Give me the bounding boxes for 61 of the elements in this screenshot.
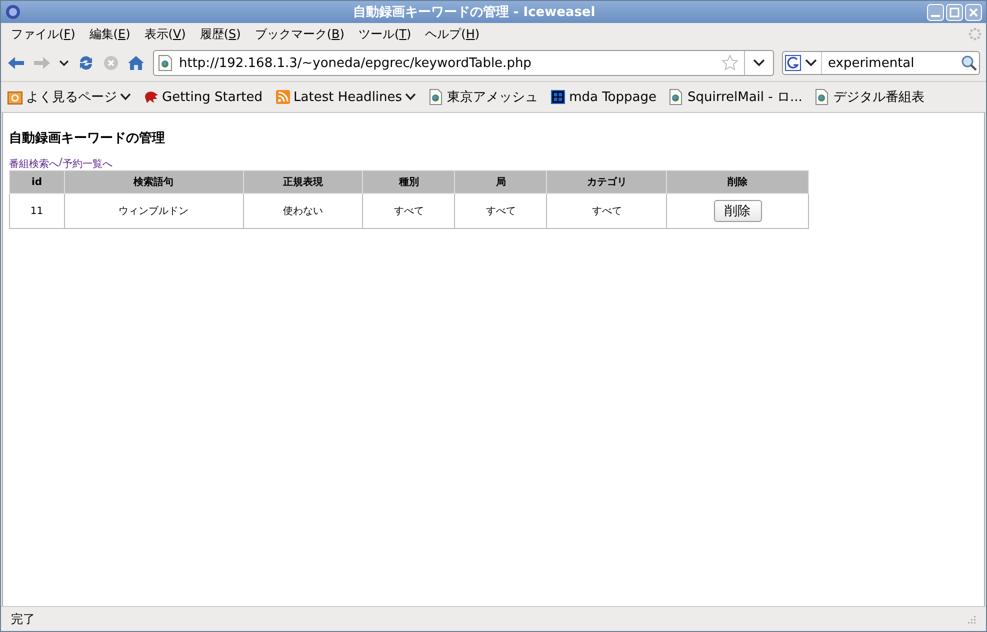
search-icon[interactable] <box>961 55 977 71</box>
column-header: 種別 <box>362 170 455 194</box>
app-icon <box>5 4 21 20</box>
table-cell: ウィンブルドン <box>64 194 244 228</box>
separator: / <box>59 157 62 170</box>
menu-item[interactable]: 表示(V) <box>138 24 192 44</box>
nav-link[interactable]: 番組検索へ <box>9 157 59 171</box>
menu-item[interactable]: ヘルプ(H) <box>419 24 486 44</box>
resize-grip-icon[interactable] <box>966 614 976 624</box>
menu-item[interactable]: 編集(E) <box>83 24 136 44</box>
search-engine-icon[interactable] <box>785 55 801 71</box>
table-cell: 11 <box>10 194 64 228</box>
search-field[interactable]: experimental <box>826 54 957 72</box>
column-header: 局 <box>454 170 547 194</box>
menu-item[interactable]: ブックマーク(B) <box>248 24 350 44</box>
column-header: 正規表現 <box>243 170 363 194</box>
caret-icon[interactable] <box>753 59 765 67</box>
page-heading: 自動録画キーワードの管理 <box>9 130 165 147</box>
page-icon <box>428 89 444 105</box>
bookmark-item[interactable]: Latest Headlines <box>274 89 416 105</box>
nav-link[interactable]: 予約一覧へ <box>62 157 112 171</box>
table-cell: 使わない <box>243 194 363 228</box>
rss-icon <box>274 89 291 105</box>
home-icon[interactable] <box>127 55 145 71</box>
throbber-icon <box>968 27 982 41</box>
column-header: カテゴリ <box>546 170 667 194</box>
table-cell: すべて <box>546 194 667 228</box>
bookmark-item[interactable]: デジタル番組表 <box>814 88 924 106</box>
dragon-icon <box>143 89 159 105</box>
bookmark-item[interactable]: Getting Started <box>143 89 263 105</box>
bookmark-item[interactable]: mda Toppage <box>550 89 656 105</box>
star-icon[interactable] <box>721 54 739 72</box>
table-cell: すべて <box>362 194 455 228</box>
menu-item[interactable]: ツール(T) <box>352 24 418 44</box>
page-icon <box>158 55 172 71</box>
search-bar[interactable]: experimental <box>782 51 980 75</box>
bookmark-item[interactable]: よく見るページ <box>7 88 131 106</box>
grid-icon <box>550 89 566 105</box>
caret-icon[interactable] <box>805 59 817 67</box>
bookmark-item[interactable]: 東京アメッシュ <box>428 88 538 106</box>
folder-icon <box>7 89 23 105</box>
column-header: 検索語句 <box>64 170 244 194</box>
table-cell: すべて <box>454 194 547 228</box>
back-arrow-icon[interactable] <box>7 55 25 71</box>
address-field[interactable]: http://192.168.1.3/~yoneda/epgrec/keywordTable.php <box>177 54 716 72</box>
maximize-icon[interactable] <box>946 4 963 20</box>
menu-item[interactable]: 履歴(S) <box>194 24 247 44</box>
caret-icon[interactable] <box>59 59 69 67</box>
window-title: 自動録画キーワードの管理 - Iceweasel <box>352 4 596 21</box>
minimize-icon[interactable] <box>927 4 944 20</box>
column-header: id <box>10 170 64 194</box>
page-icon <box>668 89 684 105</box>
column-header: 削除 <box>666 170 808 194</box>
bookmark-item[interactable]: SquirrelMail - ロ... <box>668 88 802 106</box>
address-bar[interactable]: http://192.168.1.3/~yoneda/epgrec/keywordTable.php <box>153 50 774 76</box>
close-icon[interactable] <box>965 4 982 20</box>
reload-icon[interactable] <box>77 54 95 72</box>
page-icon <box>814 89 830 105</box>
menu-item[interactable]: ファイル(F) <box>5 24 82 44</box>
status-text: 完了 <box>11 610 35 628</box>
delete-button[interactable]: 削除 <box>714 200 762 222</box>
